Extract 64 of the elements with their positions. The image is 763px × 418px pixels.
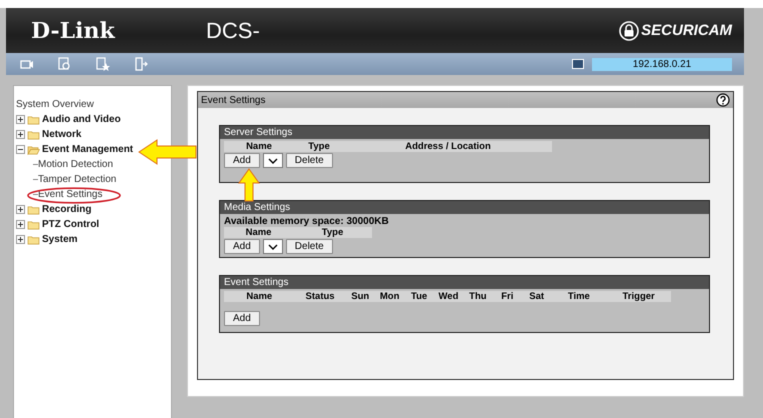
folder-icon [27,130,40,140]
tree-root[interactable]: System Overview [16,98,94,112]
column-header: Wed [438,291,460,302]
expander-icon[interactable] [16,145,25,154]
folder-icon [27,234,40,244]
folder-icon [27,220,40,230]
camera-icon[interactable] [20,58,34,70]
expander-icon[interactable] [16,130,25,139]
tree-item[interactable]: Recording [42,204,92,215]
ip-address: 192.168.0.21 [592,58,732,70]
model-title: DCS- [206,18,260,44]
tree-item[interactable]: Network [42,129,82,140]
expander-icon[interactable] [16,220,25,229]
column-header: Thu [468,291,488,302]
expander-icon[interactable] [16,205,25,214]
tree-item[interactable]: PTZ Control [42,219,100,230]
section-title: Server Settings [224,127,292,138]
tree-item[interactable]: System [42,234,78,245]
door-icon[interactable] [134,57,148,71]
column-header: Trigger [622,291,656,302]
folder-icon [27,114,40,124]
column-header: Status [304,291,336,302]
dropdown[interactable] [262,239,283,254]
caret-icon [268,244,278,250]
action-button[interactable]: Delete [286,239,333,254]
column-header: Address / Location [404,141,492,152]
search-icon[interactable] [58,57,72,71]
tree-item[interactable]: Motion Detection [38,159,114,170]
open-folder-icon [27,144,40,154]
expander-icon[interactable] [16,235,25,244]
column-header: Time [566,291,591,302]
star-icon[interactable] [96,57,110,71]
action-button[interactable]: Add [224,153,260,168]
action-button[interactable]: Add [224,311,260,326]
section-title: Event Settings [224,277,288,288]
folder-icon [27,204,40,214]
column-header: Type [320,227,344,238]
column-header: Fri [500,291,514,302]
action-button[interactable]: Delete [286,153,333,168]
column-header: Name [244,227,272,238]
panel-title: Event Settings [201,94,266,106]
help-icon[interactable] [716,93,730,107]
memory-note: Available memory space: 30000KB [224,216,389,227]
column-header: Tue [410,291,428,302]
brand-name: SECURICAM [641,22,732,39]
pointer-arrow [138,139,198,165]
pointer-arrow [238,168,260,202]
column-header: Sun [350,291,370,302]
tree-item[interactable]: Tamper Detection [38,174,116,185]
column-header: Type [307,141,331,152]
logo: D-Link [31,18,116,44]
action-button[interactable]: Add [224,239,260,254]
expander-icon[interactable] [16,115,25,124]
column-header: Name [245,141,273,152]
tree-item[interactable]: Event Management [42,144,134,155]
monitor-icon [572,59,584,69]
column-header: Name [245,291,274,302]
section-title: Media Settings [224,202,290,213]
caret-icon [268,158,278,164]
column-header: Mon [378,291,400,302]
column-header: Sat [528,291,546,302]
dropdown[interactable] [262,153,283,168]
tree-item[interactable]: Audio and Video [42,114,121,125]
lock-icon [619,20,640,40]
